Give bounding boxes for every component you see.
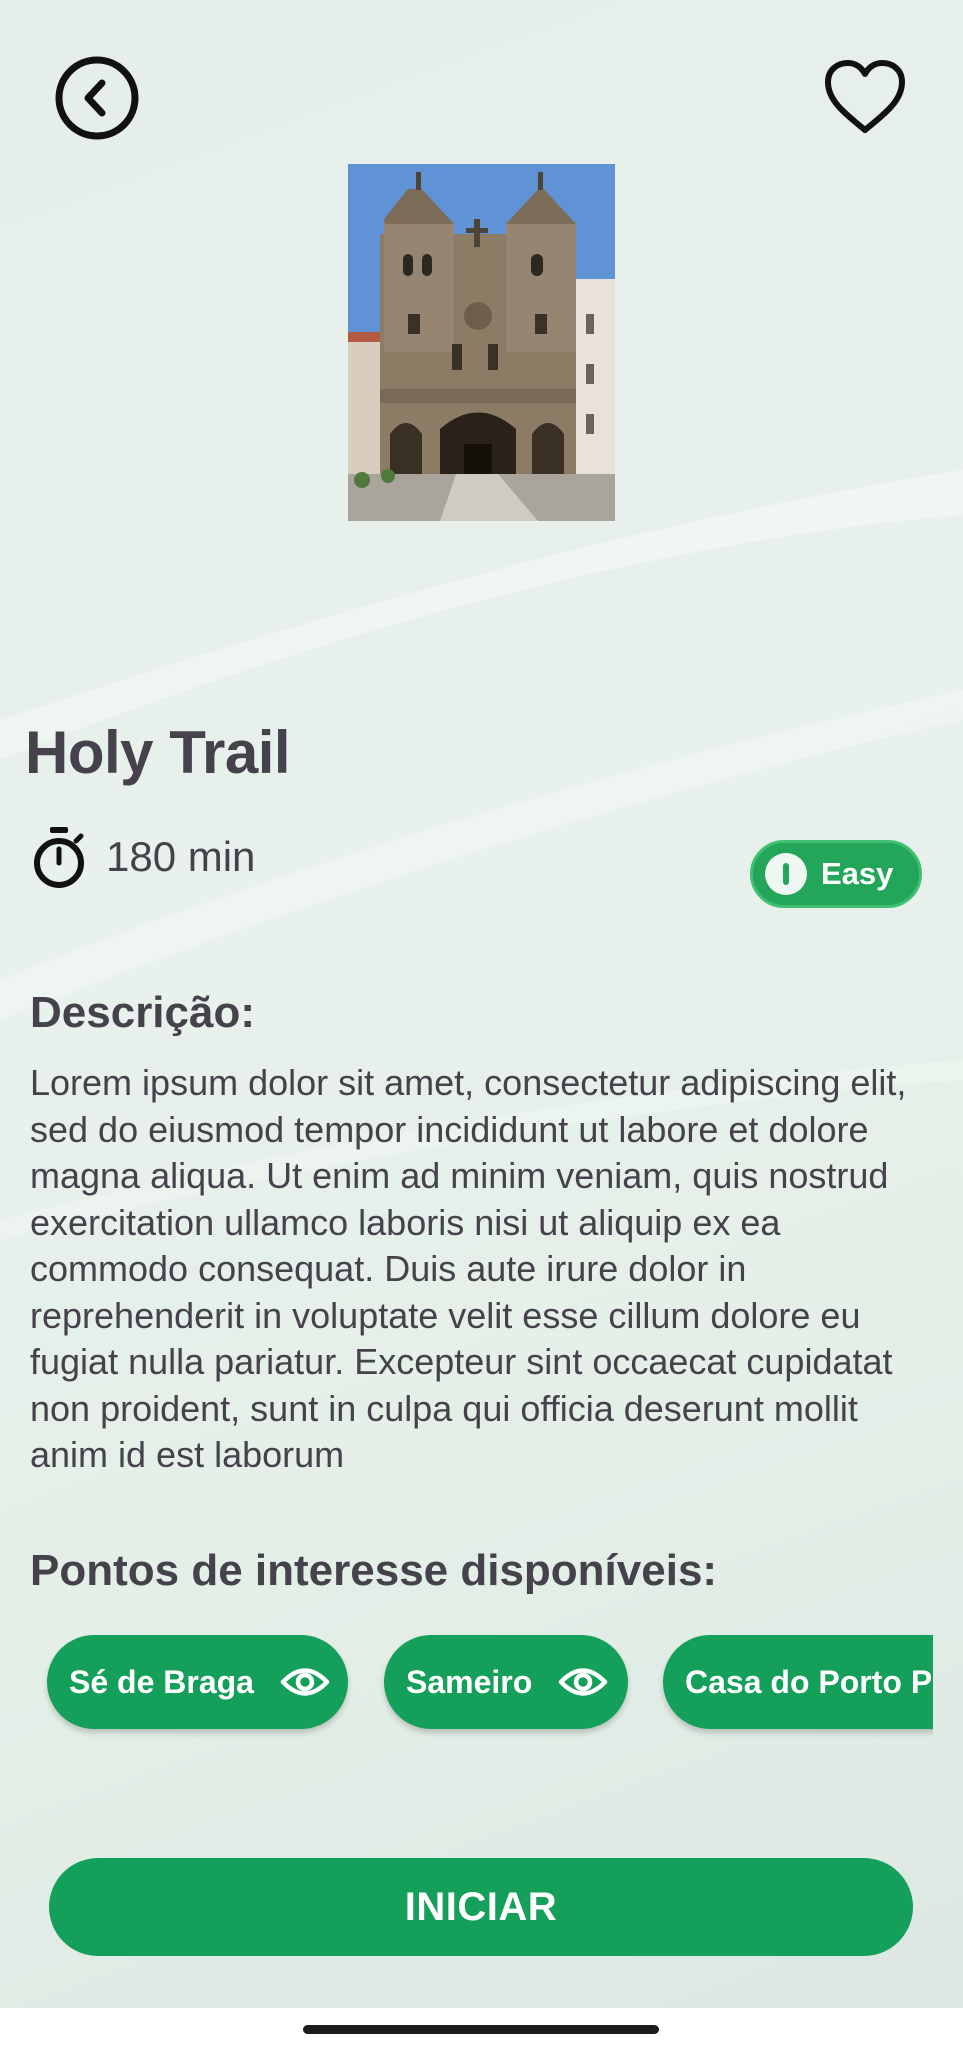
poi-label: Casa do Porto P [685,1663,933,1700]
poi-chip-se-de-braga[interactable]: Sé de Braga [47,1635,348,1729]
poi-chip-sameiro[interactable]: Sameiro [384,1635,628,1729]
trail-title: Holy Trail [25,719,291,786]
description-body: Lorem ipsum dolor sit amet, consectetur … [30,1062,907,1475]
difficulty-text: Easy [821,856,894,891]
eye-icon [559,1668,608,1696]
favorite-button[interactable] [823,58,907,136]
points-of-interest-heading: Pontos de interesse disponíveis: [30,1546,718,1595]
duration-text: 180 min [106,833,256,880]
stopwatch-icon [34,827,84,888]
poi-label: Sé de Braga [69,1663,254,1700]
poi-label: Sameiro [406,1663,533,1700]
poi-chip-casa-do-porto[interactable]: Casa do Porto P [663,1635,933,1729]
start-button-label: INICIAR [404,1884,558,1929]
points-of-interest-list[interactable]: Sé de Braga Sameiro Casa do Porto P [0,1630,933,1740]
difficulty-badge: Easy [750,840,922,908]
start-button[interactable]: INICIAR [49,1858,913,1956]
cathedral-photo [348,164,615,521]
heart-outline-icon [825,60,905,133]
trail-duration: 180 min [30,825,255,889]
toggle-icon [765,853,807,895]
trail-hero-image [348,164,615,521]
chevron-left-circle-icon [55,56,139,140]
back-button[interactable] [54,55,140,141]
description-heading: Descrição: [30,988,256,1037]
home-indicator[interactable] [303,2025,659,2034]
eye-icon [280,1668,330,1696]
